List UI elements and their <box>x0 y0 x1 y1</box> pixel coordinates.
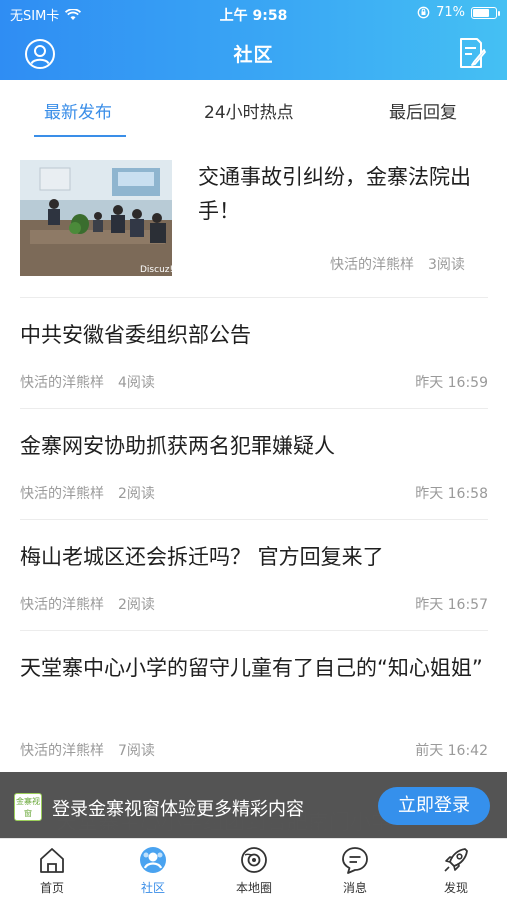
rocket-icon <box>444 848 468 872</box>
post-reads: 2阅读 <box>118 486 155 502</box>
post-meta: 快活的洋熊样 2阅读 <box>20 483 155 503</box>
list-item[interactable]: Discuz! 交通事故引纠纷，金寨法院出手！ 快活的洋熊样 3阅读 <box>20 140 488 298</box>
nav-bar: 社区 <box>0 28 507 80</box>
list-item[interactable]: 中共安徽省委组织部公告 快活的洋熊样 4阅读 昨天 16:59 <box>20 298 488 409</box>
post-author: 快活的洋熊样 <box>330 257 414 273</box>
meeting-photo-image: Discuz! <box>20 160 172 276</box>
tab-last-reply[interactable]: 最后回复 <box>389 98 457 123</box>
home-icon <box>40 848 64 873</box>
list-item[interactable]: 梅山老城区还会拆迁吗？ 官方回复来了 快活的洋熊样 2阅读 昨天 16:57 <box>20 520 488 631</box>
battery-percent: 71% <box>436 5 465 20</box>
bottom-nav-label: 发现 <box>443 881 468 895</box>
post-meta: 快活的洋熊样 2阅读 <box>20 594 155 614</box>
login-button[interactable]: 立即登录 <box>378 787 490 825</box>
post-title[interactable]: 天堂寨中心小学的留守儿童有了自己的“知心姐姐” <box>20 651 488 685</box>
bottom-nav-label: 消息 <box>342 881 367 895</box>
status-right: 71% <box>417 5 500 20</box>
post-time: 昨天 16:57 <box>415 597 488 613</box>
post-meta: 快活的洋熊样 4阅读 <box>20 372 155 392</box>
app-screen: 无SIM卡 上午 9:58 71% 社区 最新发布 24小时热点 最后回复 Di… <box>0 0 507 900</box>
active-tab-indicator <box>34 135 126 137</box>
bottom-nav-home[interactable]: 首页 <box>12 845 92 896</box>
post-time: 昨天 16:58 <box>415 486 488 502</box>
local-circle-icon <box>241 847 267 873</box>
bottom-nav-label: 首页 <box>39 881 64 895</box>
post-author: 快活的洋熊样 <box>20 743 104 759</box>
post-title[interactable]: 金寨网安协助抓获两名犯罪嫌疑人 <box>20 429 335 463</box>
bottom-nav: 首页 社区 本地圈 消息 发现 <box>0 838 507 900</box>
bottom-nav-label: 本地圈 <box>235 881 272 895</box>
post-author: 快活的洋熊样 <box>20 486 104 502</box>
post-author: 快活的洋熊样 <box>20 375 104 391</box>
battery-level <box>473 8 489 17</box>
post-time: 前天 16:42 <box>415 743 488 759</box>
tab-latest[interactable]: 最新发布 <box>44 98 112 123</box>
post-title[interactable]: 中共安徽省委组织部公告 <box>20 318 251 352</box>
list-item[interactable]: 天堂寨中心小学的留守儿童有了自己的“知心姐姐” 快活的洋熊样 7阅读 前天 16:… <box>20 631 488 776</box>
post-reads: 7阅读 <box>118 743 155 759</box>
post-title[interactable]: 交通事故引纠纷，金寨法院出手！ <box>198 160 488 228</box>
community-icon <box>140 847 166 873</box>
post-title[interactable]: 梅山老城区还会拆迁吗？ 官方回复来了 <box>20 540 384 574</box>
list-item[interactable]: 金寨网安协助抓获两名犯罪嫌疑人 快活的洋熊样 2阅读 昨天 16:58 <box>20 409 488 520</box>
tab-bar: 最新发布 24小时热点 最后回复 <box>0 80 507 138</box>
post-reads: 2阅读 <box>118 597 155 613</box>
bottom-nav-messages[interactable]: 消息 <box>315 845 395 896</box>
post-meta: 快活的洋熊样 3阅读 <box>330 254 465 274</box>
bottom-nav-local-circle[interactable]: 本地圈 <box>214 845 294 896</box>
post-reads: 3阅读 <box>428 257 465 273</box>
app-logo: 金寨视窗 <box>14 793 42 821</box>
bottom-nav-discover[interactable]: 发现 <box>416 845 496 896</box>
compose-post-icon[interactable] <box>457 36 487 70</box>
tab-24h-hot[interactable]: 24小时热点 <box>204 98 294 123</box>
orientation-lock-icon <box>417 6 430 19</box>
svg-text:Discuz!: Discuz! <box>140 265 172 275</box>
battery-icon <box>471 6 500 19</box>
login-prompt-text: 登录金寨视窗体验更多精彩内容 <box>52 799 304 820</box>
bottom-nav-label: 社区 <box>140 881 165 895</box>
message-icon <box>342 847 368 874</box>
post-meta: 快活的洋熊样 7阅读 <box>20 740 155 760</box>
post-author: 快活的洋熊样 <box>20 597 104 613</box>
page-title: 社区 <box>233 44 274 66</box>
post-time: 昨天 16:59 <box>415 375 488 391</box>
login-banner: 天堂寨中心小学组团到合肥南门小学 金寨视窗 登录金寨视窗体验更多精彩内容 立即登… <box>0 772 507 838</box>
header: 无SIM卡 上午 9:58 71% 社区 <box>0 0 507 80</box>
post-reads: 4阅读 <box>118 375 155 391</box>
post-thumbnail: Discuz! <box>20 160 172 276</box>
status-bar: 无SIM卡 上午 9:58 71% <box>0 0 507 28</box>
bottom-nav-community[interactable]: 社区 <box>113 845 193 896</box>
